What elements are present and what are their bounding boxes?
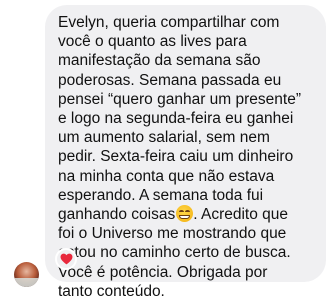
message-line: esperando. A semana toda fui	[58, 186, 264, 204]
message-line: e logo na segunda-feira eu ganhei	[58, 110, 294, 128]
dm-conversation: Evelyn, queria compartilhar com você o q…	[0, 0, 335, 300]
message-line: pensei “quero ganhar um presente”	[58, 90, 301, 108]
message-line: estou no caminho certo de busca.	[58, 244, 291, 262]
message-line: você o quanto as lives para	[58, 33, 247, 51]
message-line: poderosas. Semana passada eu	[58, 71, 282, 89]
message-bubble[interactable]: Evelyn, queria compartilhar com você o q…	[45, 5, 326, 300]
grinning-face-emoji-icon	[176, 205, 194, 223]
message-line: pedir. Sexta-feira caiu um dinheiro	[58, 148, 294, 166]
message-line: ganhando coisas	[58, 206, 176, 224]
message-line: na minha conta que não estava	[58, 167, 275, 185]
heart-icon	[60, 253, 72, 265]
message-text: Evelyn, queria compartilhar com você o q…	[58, 13, 316, 300]
message-line: manifestação da semana são	[58, 52, 261, 70]
message-line: um aumento salarial, sem nem	[58, 129, 270, 147]
message-line: foi o Universo me mostrando que	[58, 225, 287, 243]
message-line: Você é potência. Obrigada por	[58, 263, 268, 281]
message-line: . Acredito que	[193, 206, 289, 224]
message-line: tanto conteúdo.	[58, 282, 165, 300]
message-line: Evelyn, queria compartilhar com	[58, 14, 280, 31]
sender-avatar[interactable]	[14, 262, 39, 287]
heart-reaction[interactable]	[55, 248, 77, 270]
